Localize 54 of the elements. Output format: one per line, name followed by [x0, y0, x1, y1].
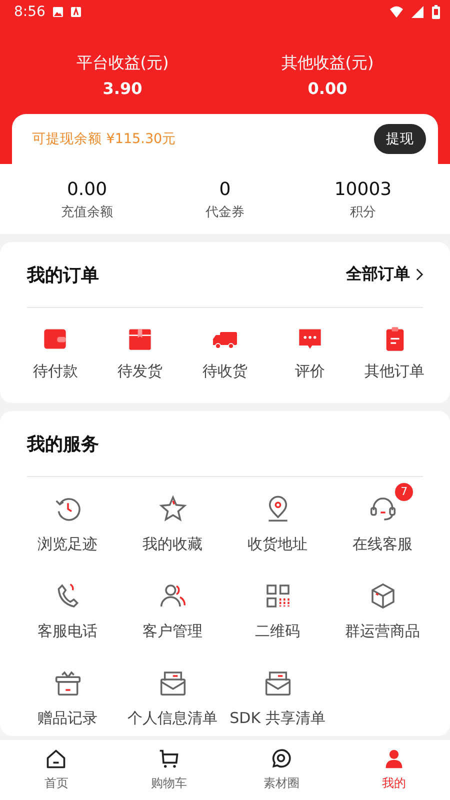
earnings-value: 0.00: [308, 78, 348, 100]
service-button[interactable]: SDK 共享清单: [225, 657, 330, 736]
stat-label: 积分: [350, 204, 376, 222]
order-status-button[interactable]: 待收货: [182, 326, 268, 381]
stat-value: 0.00: [66, 178, 108, 202]
service-button[interactable]: 个人信息清单: [120, 657, 225, 736]
tab[interactable]: 我的: [338, 740, 450, 800]
gift-box-icon: [54, 669, 82, 697]
stat-label: 充值余额: [61, 204, 113, 222]
star-icon: [158, 495, 186, 523]
tab[interactable]: 素材圈: [225, 740, 338, 800]
service-button[interactable]: 客户管理: [120, 570, 225, 649]
home-icon: [45, 748, 68, 770]
service-button[interactable]: 浏览足迹: [15, 483, 120, 562]
withdraw-button[interactable]: 提现: [374, 124, 426, 154]
wifi-icon: [390, 6, 403, 18]
status-time: 8:56: [14, 4, 46, 20]
battery-icon: [432, 5, 440, 19]
section-title: 我的服务: [27, 432, 99, 456]
stat-value: 0: [219, 178, 231, 202]
history-icon: [54, 495, 82, 523]
all-orders-link[interactable]: 全部订单: [346, 264, 423, 285]
signal-icon: [411, 6, 424, 18]
order-status-button[interactable]: 待付款: [13, 326, 98, 381]
earnings-value: 3.90: [102, 78, 142, 100]
notification-icon: [71, 7, 82, 17]
service-button[interactable]: 二维码: [225, 570, 330, 649]
withdrawable-balance: 可提现余额 ¥115.30元: [32, 130, 176, 148]
service-button[interactable]: 赠品记录: [15, 657, 120, 736]
stat-value: 10003: [334, 178, 392, 202]
service-button[interactable]: 客服电话: [15, 570, 120, 649]
envelope-icon: [158, 669, 186, 697]
stat-label: 代金券: [206, 204, 244, 222]
envelope-icon: [264, 669, 292, 697]
cube-icon: [368, 582, 396, 610]
order-status-button[interactable]: 待发货: [98, 326, 183, 381]
headset-icon: [368, 495, 396, 523]
service-button[interactable]: 群运营商品: [330, 570, 435, 649]
earnings-label: 平台收益(元): [76, 52, 169, 74]
notification-badge: 7: [395, 483, 414, 501]
service-button[interactable]: 我的收藏: [120, 483, 225, 562]
cart-icon: [158, 748, 180, 770]
tab[interactable]: 首页: [0, 740, 112, 800]
earnings-label: 其他收益(元): [281, 52, 374, 74]
qr-code-icon: [264, 582, 292, 610]
order-status-button[interactable]: 其他订单: [352, 326, 437, 381]
section-title: 我的订单: [27, 264, 99, 286]
order-status-button[interactable]: 评价: [267, 326, 352, 381]
service-button[interactable]: 收货地址: [225, 483, 330, 562]
chevron-right-icon: [416, 268, 423, 281]
tab[interactable]: 购物车: [112, 740, 225, 800]
image-notification-icon: [53, 7, 64, 17]
service-button[interactable]: 在线客服 7: [330, 483, 435, 562]
chat-bubble-icon: [270, 748, 292, 770]
